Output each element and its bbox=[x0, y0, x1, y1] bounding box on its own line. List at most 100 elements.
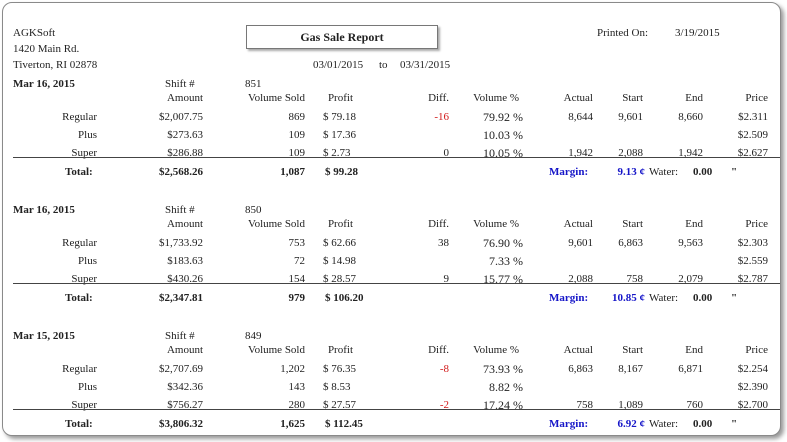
grade-name: Regular bbox=[62, 237, 97, 249]
margin-value: 6.92 ¢ bbox=[617, 418, 646, 430]
company-address-line2: Tiverton, RI 02878 bbox=[13, 59, 98, 71]
grade-name: Plus bbox=[78, 381, 97, 393]
col-header-price: Price bbox=[745, 218, 768, 230]
water-label: Water: bbox=[649, 292, 679, 304]
total-divider bbox=[13, 409, 780, 410]
water-value: 0.00 bbox=[693, 292, 713, 304]
row-start: 8,167 bbox=[618, 363, 643, 375]
margin-label: Margin: bbox=[549, 418, 589, 430]
row-amount: $1,733.92 bbox=[159, 237, 203, 249]
row-price: $2.311 bbox=[738, 111, 768, 123]
col-header-amount: Amount bbox=[166, 92, 203, 104]
shift-number: 851 bbox=[245, 78, 262, 90]
total-profit: $ 99.28 bbox=[325, 166, 358, 178]
shift-number: 849 bbox=[245, 330, 262, 342]
row-volume-pct: 8.82 % bbox=[489, 380, 523, 394]
row-volume: 869 bbox=[288, 111, 306, 123]
date-range-to-label: to bbox=[379, 59, 388, 71]
company-address-line1: 1420 Main Rd. bbox=[13, 43, 80, 55]
row-price: $2.509 bbox=[737, 129, 768, 141]
row-actual: 8,644 bbox=[568, 111, 593, 123]
total-amount: $2,347.81 bbox=[159, 292, 203, 304]
shift-number: 850 bbox=[245, 204, 262, 216]
total-label: Total: bbox=[65, 166, 93, 178]
col-header-end: End bbox=[685, 92, 703, 104]
col-header-actual: Actual bbox=[563, 92, 593, 104]
row-diff: -16 bbox=[434, 111, 449, 123]
row-start: 6,863 bbox=[618, 237, 643, 249]
col-header-profit: Profit bbox=[327, 344, 353, 356]
date-range-from: 03/01/2015 bbox=[313, 59, 364, 71]
col-header-price: Price bbox=[745, 92, 768, 104]
row-amount: $2,007.75 bbox=[159, 111, 203, 123]
col-header-diff: Diff. bbox=[428, 218, 449, 230]
col-header-volume-sold: Volume Sold bbox=[248, 344, 305, 356]
col-header-start: Start bbox=[622, 218, 643, 230]
row-price: $2.303 bbox=[737, 237, 768, 249]
shift-label: Shift # bbox=[165, 330, 195, 342]
company-name: AGKSoft bbox=[13, 27, 56, 39]
col-header-price: Price bbox=[745, 344, 768, 356]
total-label: Total: bbox=[65, 418, 93, 430]
report-title: Gas Sale Report bbox=[246, 25, 438, 49]
margin-value: 10.85 ¢ bbox=[612, 292, 645, 304]
row-amount: $2,707.69 bbox=[159, 363, 203, 375]
row-volume-pct: 7.33 % bbox=[489, 254, 523, 268]
row-volume-pct: 79.92 % bbox=[483, 110, 523, 124]
date-range-to: 03/31/2015 bbox=[400, 59, 451, 71]
total-volume: 1,625 bbox=[280, 418, 305, 430]
col-header-volume-pct: Volume % bbox=[473, 218, 519, 230]
margin-label: Margin: bbox=[549, 292, 589, 304]
grade-name: Plus bbox=[78, 129, 97, 141]
col-header-diff: Diff. bbox=[428, 92, 449, 104]
row-amount: $183.63 bbox=[167, 255, 203, 267]
col-header-actual: Actual bbox=[563, 344, 593, 356]
row-diff: -8 bbox=[439, 363, 449, 375]
row-end: 9,563 bbox=[678, 237, 703, 249]
shift-date: Mar 16, 2015 bbox=[13, 78, 75, 90]
row-volume: 753 bbox=[288, 237, 306, 249]
row-volume-pct: 76.90 % bbox=[483, 236, 523, 250]
row-profit: $ 79.18 bbox=[323, 111, 356, 123]
total-volume: 979 bbox=[288, 292, 306, 304]
col-header-actual: Actual bbox=[563, 218, 593, 230]
printed-on-date: 3/19/2015 bbox=[675, 27, 720, 39]
row-volume: 143 bbox=[288, 381, 306, 393]
total-amount: $2,568.26 bbox=[159, 166, 203, 178]
grade-name: Plus bbox=[78, 255, 97, 267]
shift-date: Mar 16, 2015 bbox=[13, 204, 75, 216]
row-profit: $ 62.66 bbox=[323, 237, 356, 249]
col-header-end: End bbox=[685, 218, 703, 230]
water-value: 0.00 bbox=[693, 418, 713, 430]
col-header-volume-pct: Volume % bbox=[473, 92, 519, 104]
total-divider bbox=[13, 283, 780, 284]
row-profit: $ 8.53 bbox=[323, 381, 351, 393]
col-header-start: Start bbox=[622, 344, 643, 356]
water-unit: " bbox=[731, 166, 738, 178]
col-header-amount: Amount bbox=[166, 344, 203, 356]
col-header-end: End bbox=[685, 344, 703, 356]
shift-label: Shift # bbox=[165, 204, 195, 216]
row-price: $2.390 bbox=[737, 381, 768, 393]
water-unit: " bbox=[731, 418, 738, 430]
col-header-volume-sold: Volume Sold bbox=[248, 92, 305, 104]
row-volume: 109 bbox=[288, 129, 306, 141]
water-label: Water: bbox=[649, 418, 679, 430]
row-profit: $ 17.36 bbox=[323, 129, 356, 141]
col-header-start: Start bbox=[622, 92, 643, 104]
printed-on-label: Printed On: bbox=[597, 27, 649, 39]
total-profit: $ 112.45 bbox=[325, 418, 363, 430]
col-header-volume-pct: Volume % bbox=[473, 344, 519, 356]
row-start: 9,601 bbox=[618, 111, 643, 123]
total-profit: $ 106.20 bbox=[325, 292, 364, 304]
grade-name: Regular bbox=[62, 363, 97, 375]
col-header-volume-sold: Volume Sold bbox=[248, 218, 305, 230]
row-volume: 72 bbox=[294, 255, 305, 267]
row-price: $2.254 bbox=[737, 363, 768, 375]
margin-value: 9.13 ¢ bbox=[617, 166, 646, 178]
row-profit: $ 14.98 bbox=[323, 255, 356, 267]
row-profit: $ 76.35 bbox=[323, 363, 356, 375]
col-header-profit: Profit bbox=[327, 218, 353, 230]
total-divider bbox=[13, 157, 780, 158]
shift-label: Shift # bbox=[165, 78, 195, 90]
